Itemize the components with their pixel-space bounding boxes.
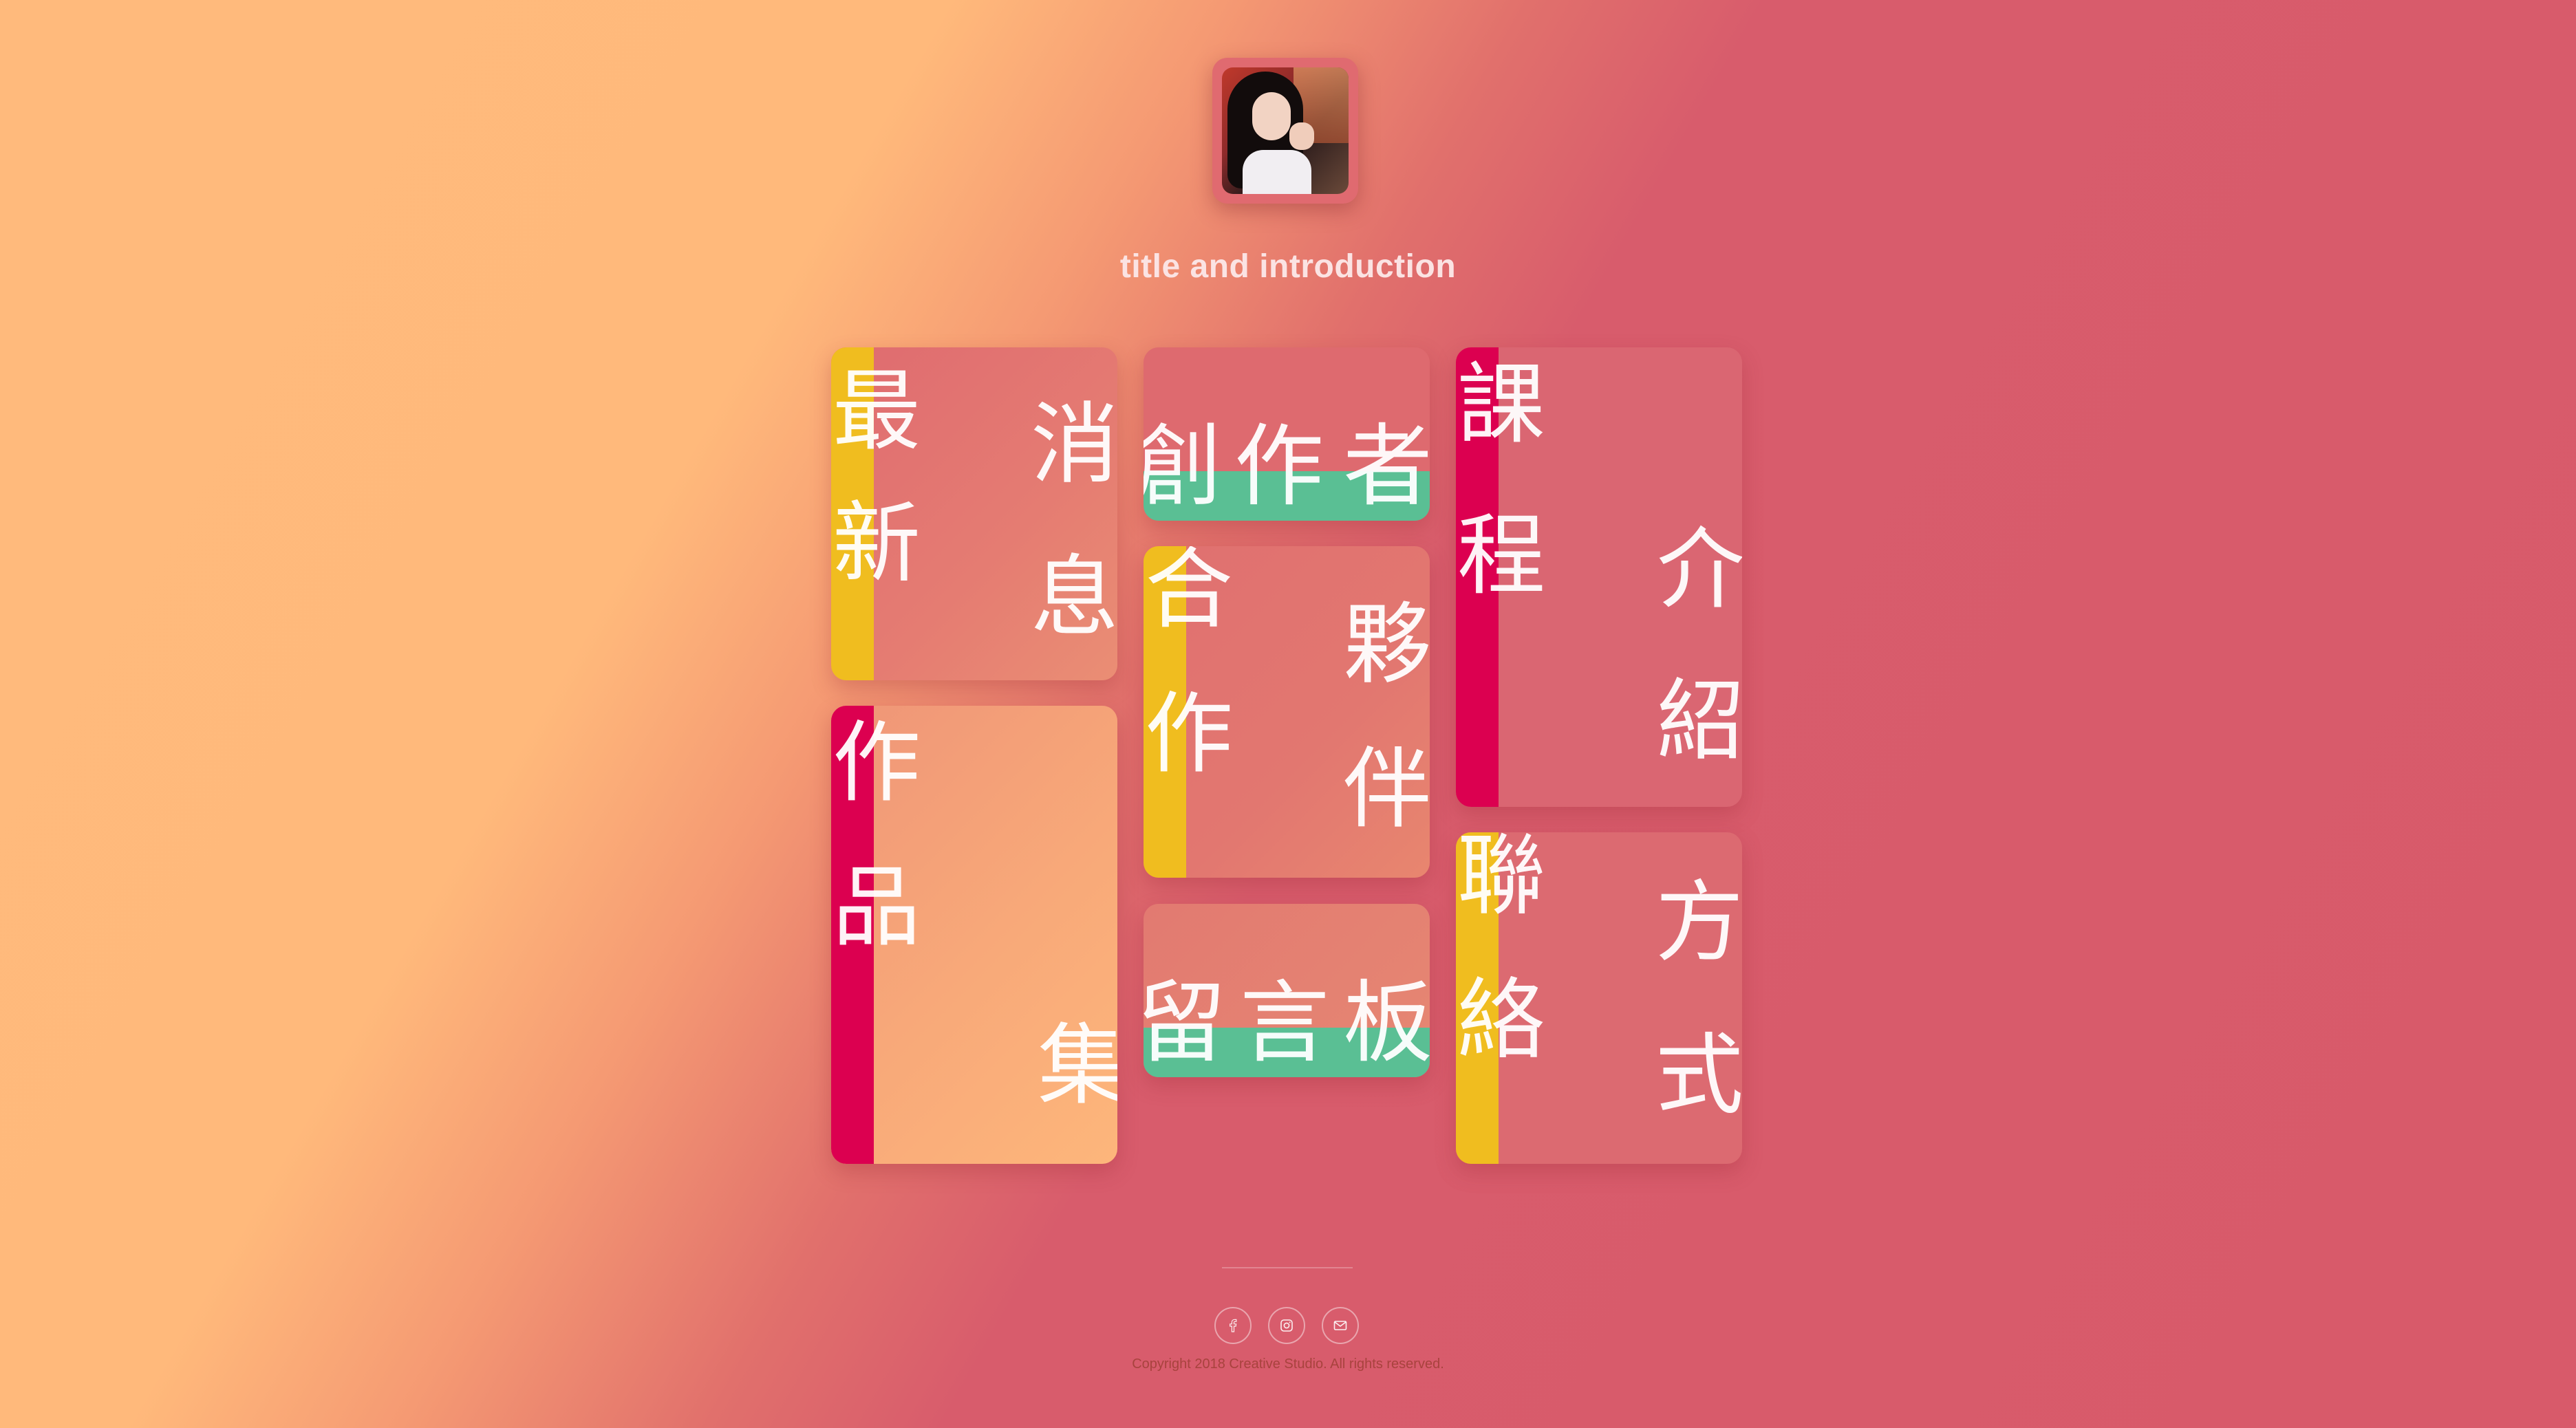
avatar — [1222, 67, 1349, 194]
tile-char: 言 — [1240, 971, 1330, 1075]
tile-char: 介 — [1657, 519, 1742, 621]
tile-char: 方 — [1655, 872, 1742, 974]
tile-char: 板 — [1343, 971, 1430, 1075]
instagram-link[interactable] — [1268, 1307, 1305, 1344]
tile-char: 作 — [1145, 683, 1234, 786]
tile-char: 紹 — [1657, 670, 1742, 772]
tile-latest-news[interactable]: 最 新 消 息 — [831, 347, 1117, 680]
facebook-link[interactable] — [1214, 1307, 1252, 1344]
tile-guestbook[interactable]: 留 言 板 — [1144, 904, 1430, 1077]
footer-divider — [1222, 1267, 1353, 1268]
instagram-icon — [1280, 1319, 1293, 1332]
tile-char: 品 — [833, 856, 921, 959]
tile-char: 創 — [1144, 414, 1223, 519]
tile-contact[interactable]: 聯 絡 方 式 — [1456, 832, 1742, 1164]
tile-char: 消 — [1031, 393, 1117, 496]
tile-char: 程 — [1457, 505, 1546, 607]
facebook-icon — [1230, 1319, 1237, 1332]
tile-char: 作 — [833, 712, 921, 814]
avatar-frame[interactable] — [1212, 58, 1358, 204]
tile-char: 式 — [1655, 1024, 1742, 1127]
tile-partners[interactable]: 合 作 夥 伴 — [1144, 546, 1430, 878]
tile-char: 息 — [1031, 546, 1117, 649]
mail-icon — [1333, 1321, 1347, 1330]
tile-char: 新 — [833, 493, 921, 595]
tile-char: 聯 — [1457, 832, 1546, 927]
tile-portfolio[interactable]: 作 品 集 — [831, 706, 1117, 1164]
tile-char: 留 — [1144, 971, 1227, 1075]
tile-creator[interactable]: 創 作 者 — [1144, 347, 1430, 521]
tile-char: 夥 — [1343, 594, 1430, 696]
copyright-text: Copyright 2018 Creative Studio. All righ… — [1132, 1356, 1444, 1372]
page-title: title and introduction — [1119, 248, 1457, 285]
tile-char: 合 — [1145, 546, 1234, 641]
tile-char: 絡 — [1457, 969, 1546, 1072]
mail-link[interactable] — [1322, 1307, 1359, 1344]
tile-char: 最 — [833, 360, 921, 463]
tile-char: 伴 — [1343, 738, 1430, 841]
tile-char: 課 — [1457, 354, 1546, 456]
tile-char: 作 — [1234, 414, 1324, 519]
tile-char: 者 — [1343, 414, 1430, 519]
tile-courses[interactable]: 課 程 介 紹 — [1456, 347, 1742, 807]
tile-char: 集 — [1038, 1015, 1117, 1117]
